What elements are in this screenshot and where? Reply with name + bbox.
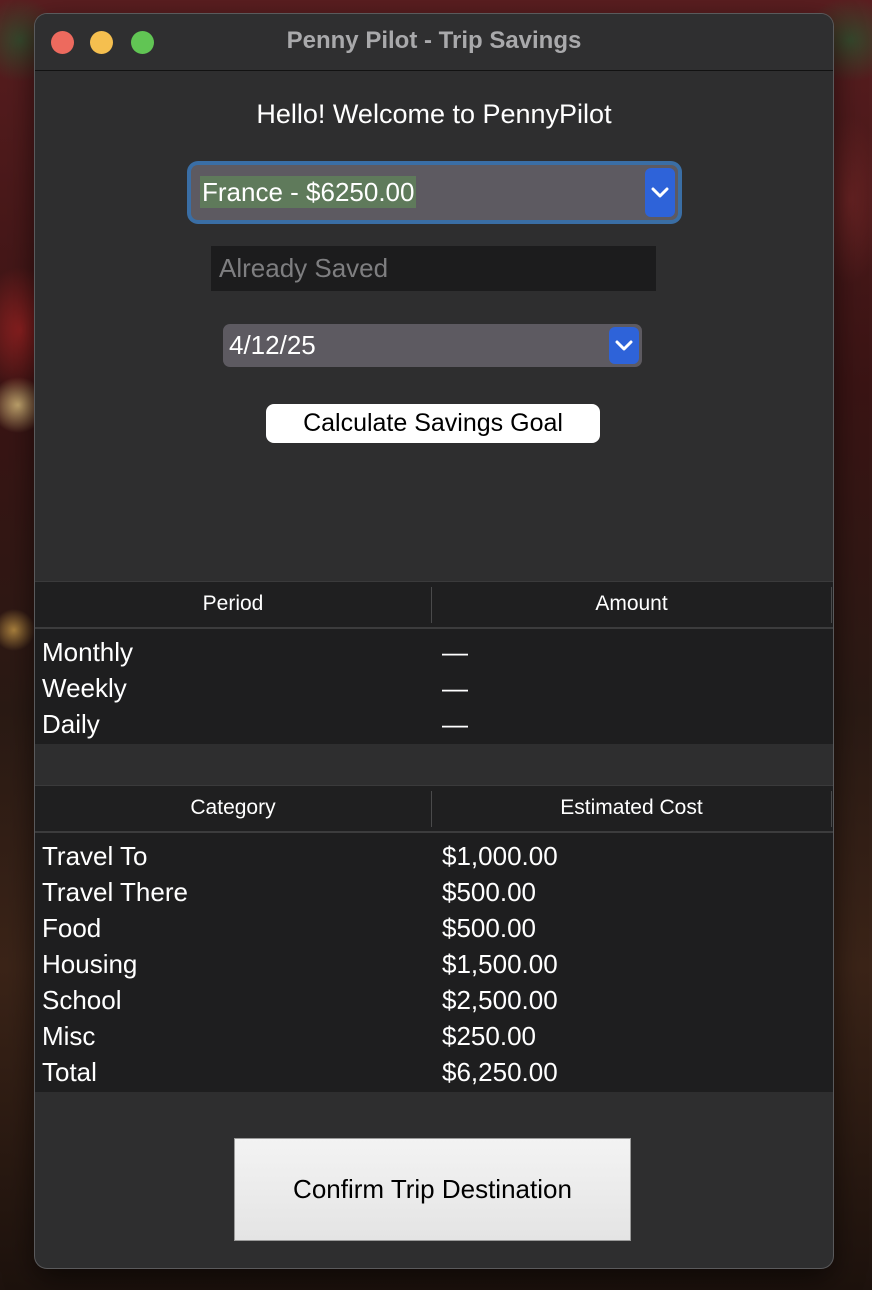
- cost-cell: $500.00: [442, 913, 536, 943]
- period-cell: Weekly: [42, 673, 127, 703]
- already-saved-placeholder: Already Saved: [219, 253, 389, 283]
- cost-cell: $6,250.00: [442, 1057, 558, 1087]
- destination-select-value: France - $6250.00: [200, 176, 417, 208]
- cost-cell: $500.00: [442, 877, 536, 907]
- confirm-trip-destination-button[interactable]: Confirm Trip Destination: [234, 1138, 631, 1241]
- cost-table-body: Travel To $1,000.00 Travel There $500.00…: [35, 833, 833, 1092]
- table-row[interactable]: Housing $1,500.00: [35, 946, 833, 982]
- category-cell: School: [42, 985, 122, 1015]
- chevron-down-icon[interactable]: [609, 327, 639, 364]
- column-header-amount[interactable]: Amount: [432, 582, 831, 627]
- category-cell: Food: [42, 913, 102, 943]
- table-row[interactable]: School $2,500.00: [35, 982, 833, 1018]
- category-cell: Housing: [42, 949, 138, 979]
- chevron-down-icon[interactable]: [645, 168, 675, 217]
- already-saved-input[interactable]: Already Saved: [211, 246, 656, 291]
- category-cell: Misc: [42, 1021, 96, 1051]
- category-cell: Travel To: [42, 841, 148, 871]
- table-row[interactable]: Travel There $500.00: [35, 874, 833, 910]
- table-row[interactable]: Food $500.00: [35, 910, 833, 946]
- savings-table-header: Period Amount: [35, 581, 833, 629]
- amount-cell: —: [442, 673, 468, 703]
- table-row[interactable]: Monthly —: [35, 634, 833, 670]
- window-title: Penny Pilot - Trip Savings: [286, 27, 582, 54]
- table-row[interactable]: Daily —: [35, 706, 833, 742]
- welcome-heading: Hello! Welcome to PennyPilot: [256, 99, 612, 129]
- cost-cell: $250.00: [442, 1021, 536, 1051]
- table-row[interactable]: Weekly —: [35, 670, 833, 706]
- date-select-value: 4/12/25: [229, 330, 316, 360]
- column-divider: [831, 587, 832, 623]
- date-select[interactable]: 4/12/25: [223, 324, 642, 367]
- column-header-estimated-cost[interactable]: Estimated Cost: [432, 786, 831, 831]
- category-cell: Total: [42, 1057, 97, 1087]
- column-header-category[interactable]: Category: [35, 786, 431, 831]
- amount-cell: —: [442, 709, 468, 739]
- amount-cell: —: [442, 637, 468, 667]
- calculate-savings-goal-button[interactable]: Calculate Savings Goal: [266, 404, 600, 443]
- cost-cell: $2,500.00: [442, 985, 558, 1015]
- table-row[interactable]: Travel To $1,000.00: [35, 838, 833, 874]
- destination-select[interactable]: France - $6250.00: [191, 165, 678, 220]
- column-header-period[interactable]: Period: [35, 582, 431, 627]
- cost-cell: $1,500.00: [442, 949, 558, 979]
- table-row[interactable]: Misc $250.00: [35, 1018, 833, 1054]
- period-cell: Daily: [42, 709, 100, 739]
- app-window: Penny Pilot - Trip Savings Hello! Welcom…: [35, 14, 833, 1268]
- confirm-button-label: Confirm Trip Destination: [293, 1174, 572, 1204]
- table-row-total[interactable]: Total $6,250.00: [35, 1054, 833, 1090]
- cost-table-header: Category Estimated Cost: [35, 785, 833, 833]
- title-bar[interactable]: Penny Pilot - Trip Savings: [35, 14, 833, 71]
- cost-cell: $1,000.00: [442, 841, 558, 871]
- period-cell: Monthly: [42, 637, 134, 667]
- savings-table-body: Monthly — Weekly — Daily —: [35, 629, 833, 744]
- column-divider: [831, 791, 832, 827]
- category-cell: Travel There: [42, 877, 188, 907]
